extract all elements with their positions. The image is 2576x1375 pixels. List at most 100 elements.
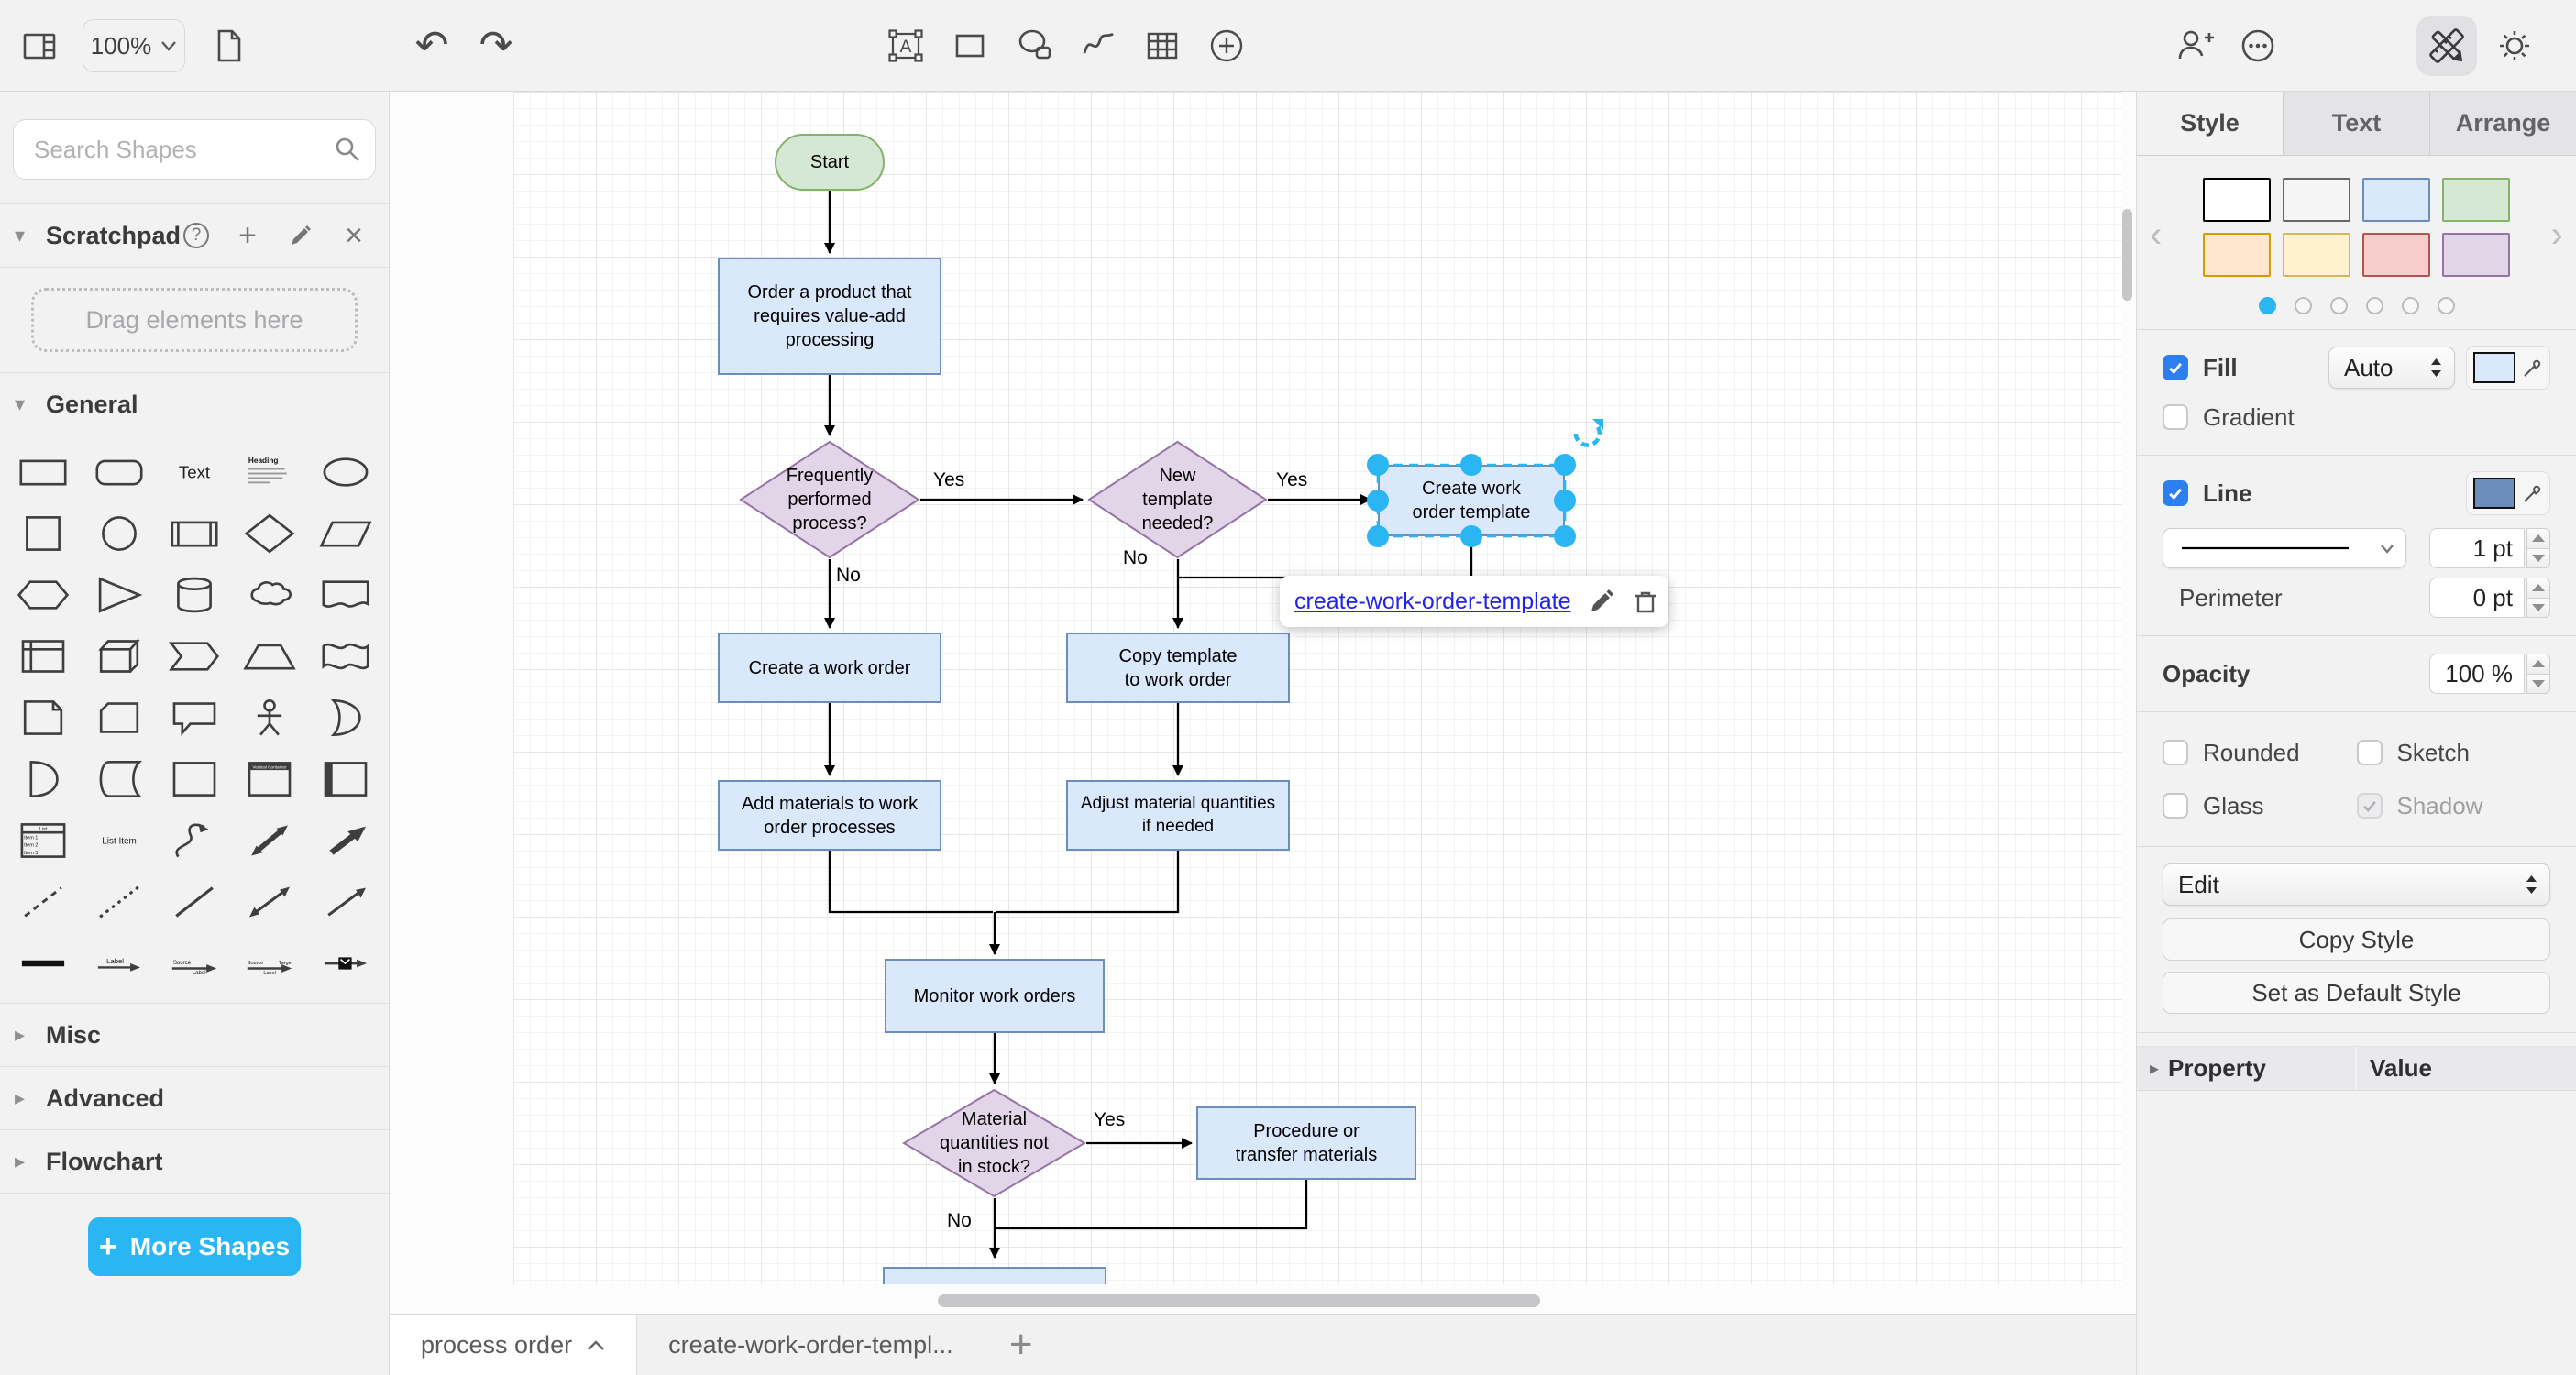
help-icon[interactable]: ? [183, 223, 209, 248]
flow-node-d3[interactable]: Material quantities not in stock? [902, 1088, 1086, 1198]
flow-node-addm[interactable]: Add materials to work order processes [718, 780, 941, 851]
sketch-mode-icon[interactable] [2416, 16, 2477, 76]
more-options-icon[interactable] [2237, 25, 2279, 67]
shape-curve[interactable] [157, 809, 232, 871]
shape-data-storage[interactable] [81, 748, 156, 809]
line-checkbox[interactable] [2163, 480, 2188, 506]
style-swatch-5[interactable] [2283, 233, 2350, 277]
swatch-page-dot-5[interactable] [2438, 297, 2455, 314]
table-tool-icon[interactable] [1141, 25, 1183, 67]
shape-list[interactable]: ListItem 1Item 2Item 3 [6, 809, 81, 871]
swatch-next-icon[interactable]: › [2551, 216, 2563, 253]
freehand-tool-icon[interactable] [1077, 25, 1119, 67]
share-icon[interactable] [2174, 25, 2217, 67]
horizontal-scrollbar[interactable] [938, 1294, 1540, 1307]
vertical-scrollbar[interactable] [2122, 209, 2132, 301]
shape-dotted-line[interactable] [81, 871, 156, 932]
fill-color-button[interactable] [2466, 346, 2550, 390]
flow-node-order[interactable]: Order a product that requires value-add … [718, 258, 941, 375]
drawing-canvas[interactable]: Start Order a product that requires value… [390, 92, 2136, 1314]
shape-parallelogram[interactable] [308, 502, 383, 564]
shape-tape[interactable] [308, 625, 383, 687]
swatch-page-dot-3[interactable] [2366, 297, 2383, 314]
shape-rounded-rectangle[interactable] [81, 441, 156, 502]
perimeter-stepper[interactable] [2526, 578, 2550, 618]
property-column-header[interactable]: ▸ Property [2137, 1047, 2355, 1090]
edit-icon[interactable] [286, 221, 315, 250]
style-swatch-7[interactable] [2442, 233, 2510, 277]
shape-source-target-arrow[interactable]: SourceLabelTarget [232, 932, 307, 994]
page-tab-1[interactable]: create-work-order-templ... [637, 1314, 985, 1375]
shape-textbox[interactable]: Heading [232, 441, 307, 502]
undo-icon[interactable]: ↶ [411, 25, 453, 67]
rounded-checkbox[interactable] [2163, 740, 2188, 765]
page-tab-0[interactable]: process order [390, 1314, 637, 1375]
scratchpad-header[interactable]: ▾ Scratchpad ? + × [0, 204, 389, 267]
edit-link-icon[interactable] [1588, 588, 1615, 615]
shape-note[interactable] [6, 687, 81, 748]
ellipse-tool-icon[interactable] [1013, 25, 1055, 67]
edit-style-select[interactable]: Edit [2163, 864, 2550, 906]
page-outline-icon[interactable] [207, 25, 249, 67]
theme-icon[interactable] [2493, 25, 2536, 67]
shadow-checkbox[interactable] [2357, 793, 2383, 819]
shape-document[interactable] [308, 564, 383, 625]
shape-square[interactable] [6, 502, 81, 564]
flow-node-proc[interactable]: Procedure or transfer materials [1196, 1106, 1416, 1180]
shape-horizontal-container[interactable] [308, 748, 383, 809]
shape-actor[interactable] [232, 687, 307, 748]
shape-triangle[interactable] [81, 564, 156, 625]
fill-style-select[interactable]: Auto [2328, 346, 2455, 389]
swatch-page-dot-0[interactable] [2259, 297, 2276, 314]
flow-node-start[interactable]: Start [775, 134, 885, 191]
sketch-checkbox[interactable] [2357, 740, 2383, 765]
shape-diamond[interactable] [232, 502, 307, 564]
add-page-button[interactable]: + [985, 1314, 1057, 1375]
shape-rectangle[interactable] [6, 441, 81, 502]
shape-arrow[interactable] [308, 809, 383, 871]
swatch-page-dot-1[interactable] [2295, 297, 2312, 314]
shape-container[interactable] [157, 748, 232, 809]
add-shape-icon[interactable] [1205, 25, 1248, 67]
shape-internal-storage[interactable] [6, 625, 81, 687]
shape-circle[interactable] [81, 502, 156, 564]
line-width-stepper[interactable] [2526, 528, 2550, 568]
section-flowchart[interactable]: ▸Flowchart [0, 1130, 389, 1193]
section-misc[interactable]: ▸Misc [0, 1004, 389, 1066]
shape-step[interactable] [157, 625, 232, 687]
flow-node-d2[interactable]: New template needed? [1087, 440, 1268, 559]
line-color-button[interactable] [2466, 471, 2550, 515]
opacity-stepper[interactable] [2526, 654, 2550, 694]
tab-arrange[interactable]: Arrange [2429, 92, 2576, 155]
shape-hexagon[interactable] [6, 564, 81, 625]
shape-label-arrow[interactable]: Label [81, 932, 156, 994]
redo-icon[interactable]: ↷ [475, 25, 517, 67]
flow-node-create[interactable]: Create a work order [718, 632, 941, 703]
glass-checkbox[interactable] [2163, 793, 2188, 819]
zoom-dropdown[interactable]: 100% [83, 19, 185, 72]
shape-filled-edge[interactable] [6, 932, 81, 994]
shape-directional-connector[interactable] [308, 871, 383, 932]
more-shapes-button[interactable]: + More Shapes [88, 1217, 301, 1276]
tab-style[interactable]: Style [2137, 92, 2283, 155]
swatch-page-dot-4[interactable] [2402, 297, 2419, 314]
shape-link[interactable]: create-work-order-template [1294, 588, 1571, 615]
fill-checkbox[interactable] [2163, 355, 2188, 380]
flow-node-d1[interactable]: Frequently performed process? [739, 440, 920, 559]
style-swatch-4[interactable] [2203, 233, 2271, 277]
shape-box-arrow[interactable] [308, 932, 383, 994]
shape-and[interactable] [6, 748, 81, 809]
swatch-prev-icon[interactable]: ‹ [2150, 216, 2162, 253]
section-advanced[interactable]: ▸Advanced [0, 1067, 389, 1129]
shape-vertical-container[interactable]: Vertical Container [232, 748, 307, 809]
shape-trapezoid[interactable] [232, 625, 307, 687]
gradient-checkbox[interactable] [2163, 404, 2188, 430]
section-general[interactable]: ▾ General [0, 373, 389, 435]
scratchpad-dropzone[interactable]: Drag elements here [31, 288, 358, 352]
shape-cube[interactable] [81, 625, 156, 687]
search-input[interactable] [13, 119, 376, 180]
shape-cloud[interactable] [232, 564, 307, 625]
copy-style-button[interactable]: Copy Style [2163, 918, 2550, 961]
flow-node-adjust[interactable]: Adjust material quantities if needed [1066, 780, 1290, 851]
shape-bidirectional-arrow[interactable] [232, 809, 307, 871]
